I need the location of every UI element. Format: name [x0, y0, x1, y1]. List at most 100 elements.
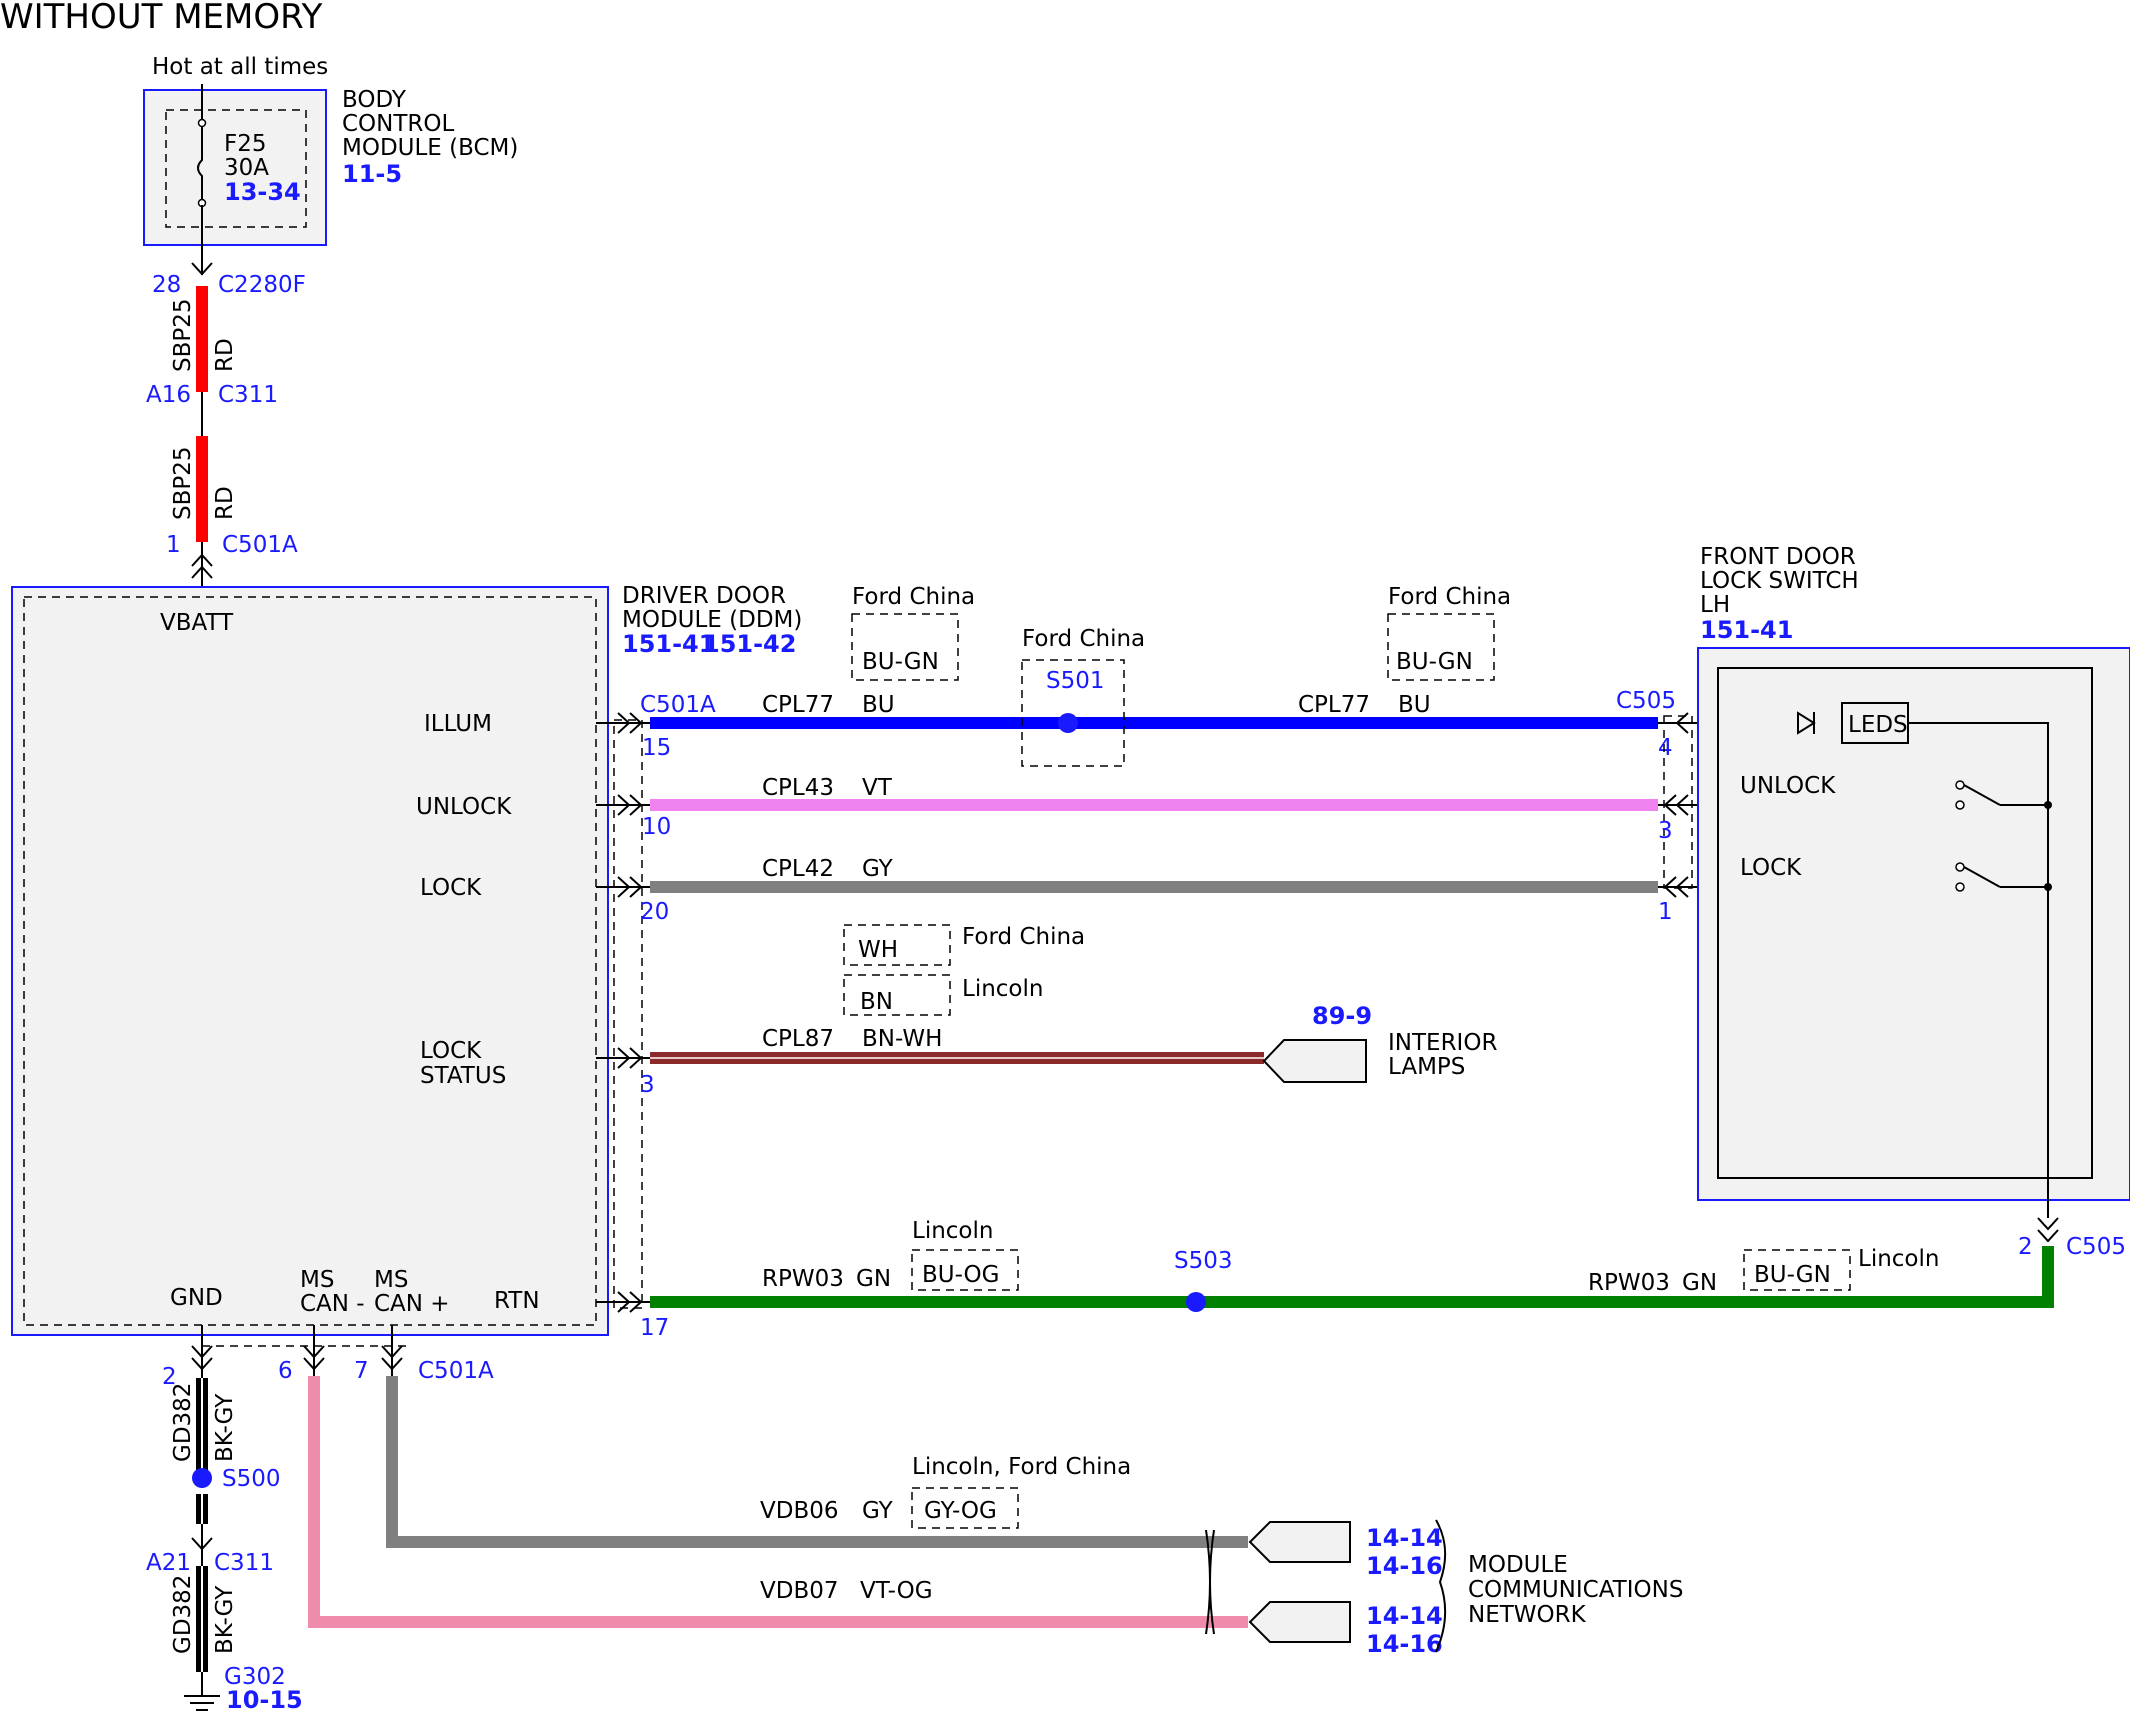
ddm-pin-lock-status-1: LOCK — [420, 1038, 482, 1064]
fuse-name: F25 — [224, 131, 267, 157]
illum-wire-left — [650, 717, 1068, 729]
illum-alt-right-color: BU-GN — [1396, 649, 1473, 675]
s500-label: S500 — [222, 1466, 281, 1492]
unlock-circuit: CPL43 — [762, 775, 834, 801]
ddm-pin-rtn: RTN — [494, 1288, 540, 1314]
s501-variant: Ford China — [1022, 626, 1145, 652]
rtn-color-right: GN — [1682, 1270, 1717, 1296]
s501-splice — [1058, 713, 1078, 733]
c311-pin-a16: A16 — [146, 382, 191, 408]
lock-pin-left: 20 — [640, 899, 669, 925]
lock-circuit: CPL42 — [762, 856, 834, 882]
can-minus-ref-2[interactable]: 14-16 — [1366, 1630, 1443, 1658]
interior-lamps-2: LAMPS — [1388, 1054, 1465, 1080]
can-plus-pin: 7 — [354, 1358, 369, 1384]
lock-status-alt-1-color: WH — [858, 937, 898, 963]
s501-label: S501 — [1046, 668, 1105, 694]
bcm-pin: 28 — [152, 272, 181, 298]
vbatt-circuit-upper: SBP25 — [170, 298, 196, 372]
vbatt-circuit-lower: SBP25 — [170, 446, 196, 520]
rtn-alt-right-variant: Lincoln — [1858, 1246, 1939, 1272]
c501a-connector-label: C501A — [640, 692, 716, 718]
c505-rtn-connector: C505 — [2066, 1234, 2126, 1260]
illum-alt-left-color: BU-GN — [862, 649, 939, 675]
fuse-ref[interactable]: 13-34 — [224, 178, 301, 206]
s503-splice — [1186, 1292, 1206, 1312]
can-plus-dest-arrow-icon — [1248, 1521, 1351, 1563]
ground-ref[interactable]: 10-15 — [226, 1686, 303, 1712]
rtn-circuit: RPW03 — [762, 1266, 844, 1292]
lock-wire — [650, 881, 1658, 893]
can-plus-color: GY — [862, 1498, 894, 1524]
gnd-color-upper: BK-GY — [212, 1393, 238, 1462]
c505-connector-label: C505 — [1616, 688, 1676, 714]
interior-lamps-ref[interactable]: 89-9 — [1312, 1002, 1372, 1030]
bcm-name-1: BODY — [342, 87, 407, 113]
ddm-ref-2[interactable]: 151-42 — [703, 630, 796, 658]
can-plus-alt-variant: Lincoln, Ford China — [912, 1454, 1131, 1480]
gnd-circuit-lower: GD382 — [170, 1575, 196, 1654]
ddm-pin-illum: ILLUM — [424, 711, 492, 737]
can-minus-dest-arrow-icon — [1248, 1601, 1351, 1643]
illum-alt-right-variant: Ford China — [1388, 584, 1511, 610]
switch-name-3: LH — [1700, 592, 1730, 618]
interior-lamps-arrow-icon — [1262, 1039, 1367, 1083]
illum-color: BU — [862, 692, 895, 718]
rtn-wire — [650, 1296, 2054, 1308]
ddm-pin-ms-can-plus-1: MS — [374, 1267, 408, 1293]
ddm-vbatt-connector: C501A — [222, 532, 298, 558]
rtn-pin-left: 17 — [640, 1315, 669, 1341]
switch-lock-label: LOCK — [1740, 855, 1802, 881]
unlock-color: VT — [862, 775, 893, 801]
switch-ref[interactable]: 151-41 — [1700, 616, 1793, 644]
can-minus-circuit: VDB07 — [760, 1578, 839, 1604]
s503-label: S503 — [1174, 1248, 1233, 1274]
lock-pin-right: 1 — [1658, 899, 1673, 925]
illum-pin-left: 15 — [642, 735, 671, 761]
ddm-pin-ms-can-minus-2: CAN - — [300, 1291, 365, 1317]
vbatt-color-lower: RD — [212, 486, 238, 520]
gnd-circuit-upper: GD382 — [170, 1383, 196, 1462]
switch-name-2: LOCK SWITCH — [1700, 568, 1859, 594]
illum-circuit-right: CPL77 — [1298, 692, 1370, 718]
can-minus-color: VT-OG — [860, 1578, 933, 1604]
rtn-alt-left-color: BU-OG — [922, 1262, 999, 1288]
lock-color: GY — [862, 856, 894, 882]
c311-connector: C311 — [218, 382, 278, 408]
illum-color-right: BU — [1398, 692, 1431, 718]
lock-status-color: BN-WH — [862, 1026, 942, 1052]
rtn-wire-riser — [2042, 1246, 2054, 1308]
switch-box — [1697, 647, 2130, 1201]
illum-wire-right — [1068, 717, 1658, 729]
ddm-ref-1[interactable]: 151-41 — [622, 630, 715, 658]
rtn-alt-left-variant: Lincoln — [912, 1218, 993, 1244]
can-plus-ref-1[interactable]: 14-14 — [1366, 1524, 1443, 1552]
can-minus-ref-1[interactable]: 14-14 — [1366, 1602, 1443, 1630]
vbatt-wire-lower — [196, 436, 208, 542]
rtn-circuit-right: RPW03 — [1588, 1270, 1670, 1296]
gnd-c311-pin: A21 — [146, 1550, 191, 1576]
lock-status-alt-2-variant: Lincoln — [962, 976, 1043, 1002]
can-plus-ref-2[interactable]: 14-16 — [1366, 1552, 1443, 1580]
ddm-pin-vbatt: VBATT — [160, 610, 234, 636]
network-1: MODULE — [1468, 1552, 1568, 1578]
bcm-name-2: CONTROL — [342, 111, 455, 137]
can-minus-pin: 6 — [278, 1358, 293, 1384]
unlock-pin-right: 3 — [1658, 818, 1673, 844]
ddm-pin-ms-can-minus-1: MS — [300, 1267, 334, 1293]
lock-status-alt-2-color: BN — [860, 989, 893, 1015]
illum-circuit: CPL77 — [762, 692, 834, 718]
hot-label: Hot at all times — [152, 54, 328, 80]
network-2: COMMUNICATIONS — [1468, 1577, 1683, 1603]
ddm-pin-lock: LOCK — [420, 875, 482, 901]
bcm-ref[interactable]: 11-5 — [342, 160, 402, 188]
can-plus-connector: C501A — [418, 1358, 494, 1384]
s500-splice — [192, 1468, 212, 1488]
bcm-connector: C2280F — [218, 272, 306, 298]
ddm-pin-unlock: UNLOCK — [416, 794, 512, 820]
wiring-diagram: WITHOUT MEMORY Hot at all times F25 30A … — [0, 0, 2130, 1712]
diagram-title: WITHOUT MEMORY — [0, 0, 323, 37]
illum-pin-right: 4 — [1658, 735, 1673, 761]
lock-status-circuit: CPL87 — [762, 1026, 834, 1052]
leds-label: LEDS — [1848, 712, 1908, 738]
